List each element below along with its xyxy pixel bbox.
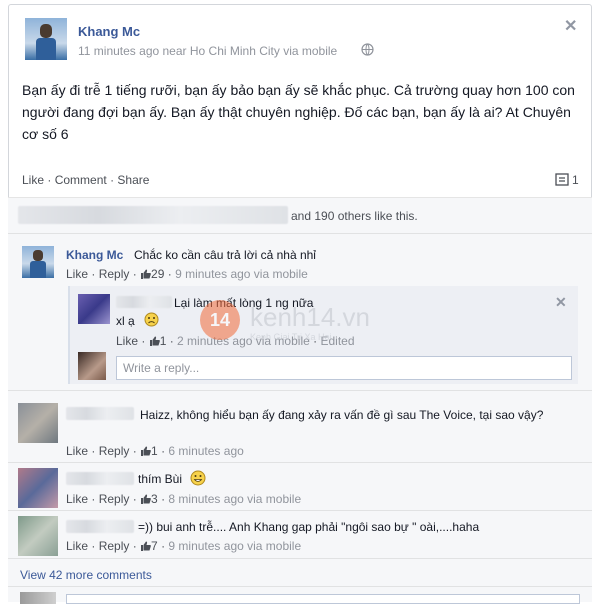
comment-author[interactable]: Khang Mc [66, 248, 123, 262]
comment-like-link[interactable]: Like [66, 444, 88, 458]
comment-actions: Like · Reply · 7 · 9 minutes ago via mob… [66, 539, 302, 553]
thumbs-up-icon [140, 540, 151, 551]
comment-text: thím Bùi [138, 472, 183, 486]
frown-emoji-icon [144, 312, 159, 330]
comment-reply-link[interactable]: Reply [99, 492, 130, 506]
comment-time[interactable]: 9 minutes ago via mobile [168, 539, 301, 553]
comment-avatar[interactable] [18, 403, 58, 443]
comment-input[interactable] [66, 594, 580, 604]
blurred-reply-author [116, 296, 172, 308]
reply-input[interactable]: Write a reply... [116, 356, 572, 380]
grin-emoji-icon [190, 470, 206, 489]
comment-like-count[interactable]: 3 [151, 492, 158, 506]
comment-time[interactable]: 9 minutes ago via mobile [175, 267, 308, 281]
comment-text: Chắc ko cần câu trả lời cả nhà nhỉ [134, 248, 316, 262]
comment-like-count[interactable]: 7 [151, 539, 158, 553]
comment-count-icon[interactable] [555, 173, 569, 190]
current-user-avatar [20, 592, 56, 604]
comments-section: and 190 others like this. Khang Mc Chắc … [8, 197, 592, 604]
comment-reply-link[interactable]: Reply [99, 267, 130, 281]
comment-reply-link[interactable]: Reply [99, 444, 130, 458]
comment-text: Haizz, không hiểu bạn ấy đang xảy ra vấn… [140, 408, 544, 422]
reply-avatar[interactable] [78, 294, 110, 324]
comment-avatar[interactable] [22, 246, 54, 278]
blurred-comment-author [66, 472, 134, 485]
comment-reply-link[interactable]: Reply [99, 539, 130, 553]
post-actions: Like · Comment · Share [22, 173, 150, 187]
thumbs-up-icon [140, 445, 151, 456]
comment-count[interactable]: 1 [572, 173, 579, 187]
close-reply-icon[interactable]: ✕ [555, 294, 567, 311]
view-more-comments-link[interactable]: View 42 more comments [20, 568, 152, 582]
comment-link[interactable]: Comment [55, 173, 107, 187]
like-link[interactable]: Like [22, 173, 44, 187]
reply-like-link[interactable]: Like [116, 334, 138, 348]
comment-actions: Like · Reply · 29 · 9 minutes ago via mo… [66, 267, 308, 281]
comment-avatar[interactable] [18, 468, 58, 508]
author-avatar[interactable] [25, 18, 67, 60]
current-user-avatar [78, 352, 106, 380]
blurred-comment-author [66, 520, 134, 533]
comment-like-count[interactable]: 29 [151, 267, 164, 281]
thumbs-up-icon [149, 335, 160, 346]
share-link[interactable]: Share [117, 173, 149, 187]
comment-avatar[interactable] [18, 516, 58, 556]
comment-like-link[interactable]: Like [66, 267, 88, 281]
comment-text: =)) bui anh trễ.... Anh Khang gap phải "… [138, 520, 480, 534]
privacy-globe-icon[interactable] [361, 43, 374, 59]
close-icon[interactable]: ✕ [564, 16, 577, 36]
blurred-liker-names [18, 206, 288, 224]
comment-like-link[interactable]: Like [66, 539, 88, 553]
watermark-logo: 14 kenh14.vn Kenh Giai Tri Xa Hoi [200, 296, 460, 346]
comment-time[interactable]: 8 minutes ago via mobile [168, 492, 301, 506]
comment-like-count[interactable]: 1 [151, 444, 158, 458]
comment-actions: Like · Reply · 1 · 6 minutes ago [66, 444, 244, 458]
reply-like-count[interactable]: 1 [160, 334, 167, 348]
comment-like-link[interactable]: Like [66, 492, 88, 506]
post-author-name[interactable]: Khang Mc [78, 24, 140, 39]
post-meta[interactable]: 11 minutes ago near Ho Chi Minh City via… [78, 44, 337, 58]
likes-summary[interactable]: and 190 others like this. [291, 209, 418, 223]
thumbs-up-icon [140, 493, 151, 504]
comment-actions: Like · Reply · 3 · 8 minutes ago via mob… [66, 492, 302, 506]
thumbs-up-icon [140, 268, 151, 279]
reply-text-2: xl ạ [116, 314, 135, 328]
post-body: Bạn ấy đi trễ 1 tiếng rưỡi, bạn ấy bảo b… [22, 82, 575, 142]
comment-time[interactable]: 6 minutes ago [168, 444, 243, 458]
